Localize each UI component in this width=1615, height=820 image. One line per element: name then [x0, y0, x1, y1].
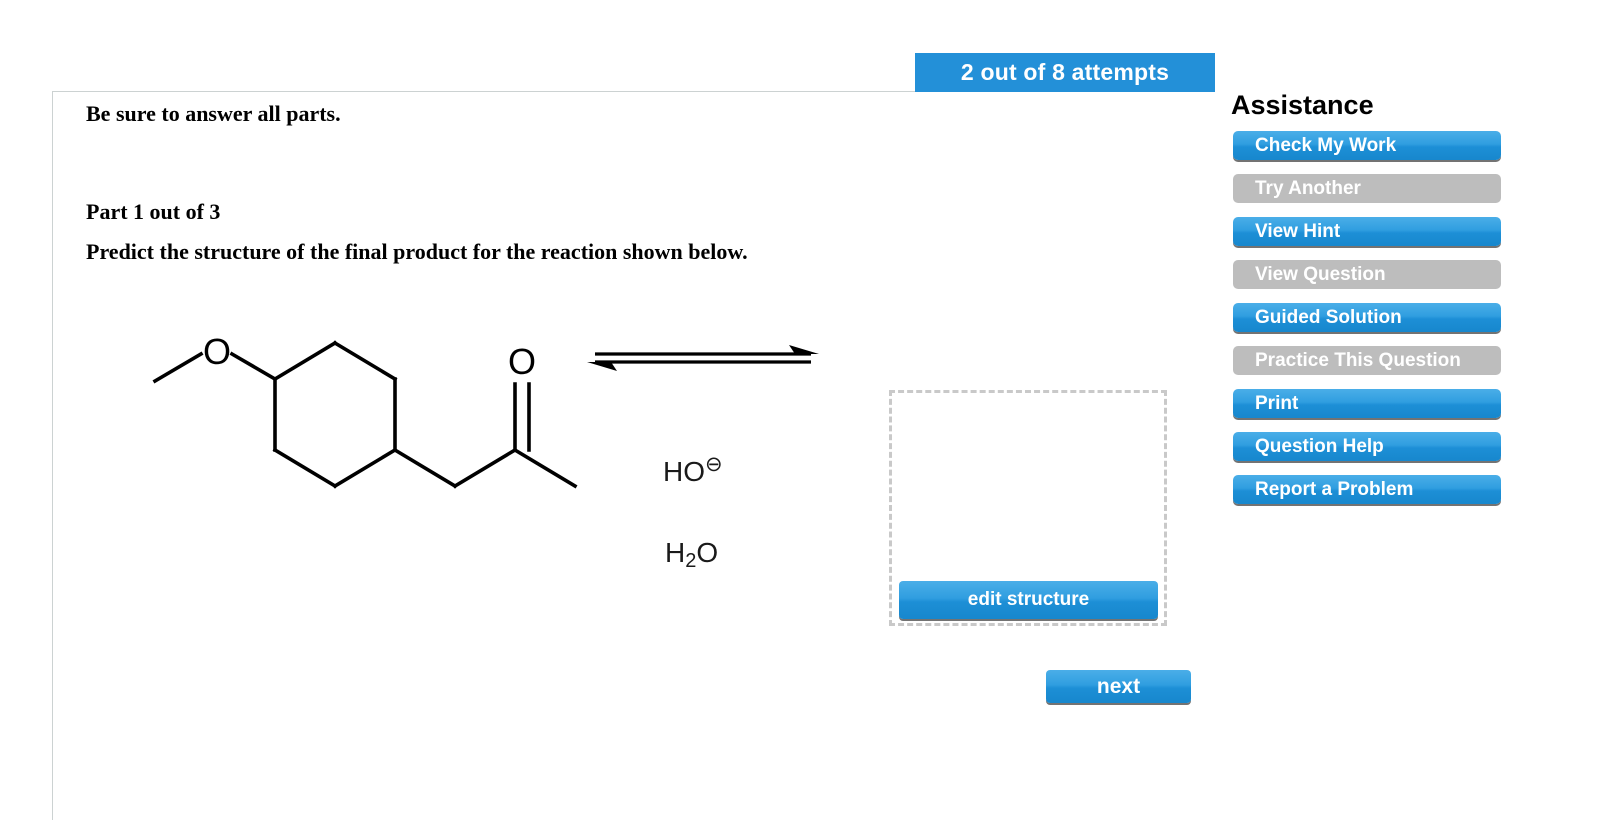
water-subscript: 2	[685, 550, 697, 572]
question-prompt: Predict the structure of the final produ…	[86, 239, 748, 264]
assistance-button-practice-this-question: Practice This Question	[1233, 346, 1501, 375]
assistance-button-view-question: View Question	[1233, 260, 1501, 289]
assistance-button-list: Check My Work Try Another View Hint View Qu…	[1228, 131, 1528, 504]
water-label-o: O	[696, 537, 719, 568]
assistance-panel: Assistance Check My Work Try Another View …	[1228, 92, 1528, 518]
water-label-h: H	[665, 537, 686, 568]
question-content-panel: Be sure to answer all parts. Part 1 out …	[52, 91, 1200, 820]
reactant-structure-diagram: O O	[123, 302, 593, 517]
assistance-button-question-help[interactable]: Question Help	[1233, 432, 1501, 461]
attempts-banner: 2 out of 8 attempts	[915, 53, 1215, 92]
assistance-button-guided-solution[interactable]: Guided Solution	[1233, 303, 1501, 332]
negative-charge-icon: ⊖	[705, 453, 723, 476]
assistance-button-view-hint[interactable]: View Hint	[1233, 217, 1501, 246]
assistance-button-print[interactable]: Print	[1233, 389, 1501, 418]
next-button[interactable]: next	[1046, 670, 1191, 703]
reagent-below-arrow: H2O	[665, 537, 718, 573]
edit-structure-button[interactable]: edit structure	[899, 581, 1158, 619]
assistance-button-report-a-problem[interactable]: Report a Problem	[1233, 475, 1501, 504]
answer-all-parts-instruction: Be sure to answer all parts.	[86, 101, 341, 126]
assistance-button-check-my-work[interactable]: Check My Work	[1233, 131, 1501, 160]
reagent-above-arrow: HO⊖	[663, 452, 723, 488]
part-label: Part 1 out of 3	[86, 199, 221, 224]
equilibrium-arrow-icon	[583, 332, 873, 397]
svg-text:O: O	[508, 341, 536, 382]
reagent-hydroxide-label: HO	[663, 456, 705, 487]
assistance-title: Assistance	[1231, 90, 1374, 120]
assistance-button-try-another: Try Another	[1233, 174, 1501, 203]
svg-text:O: O	[203, 331, 231, 372]
